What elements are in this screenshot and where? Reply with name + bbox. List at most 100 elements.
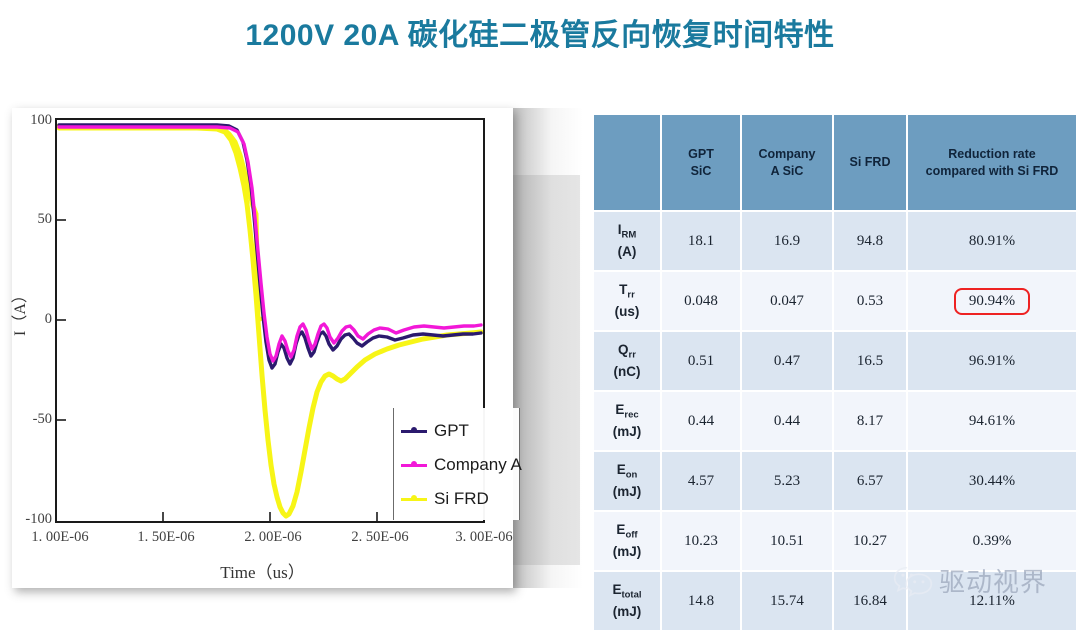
row-symbol: Q (618, 342, 629, 358)
table-row: Trr (us) 0.048 0.047 0.53 90.94% (594, 272, 1076, 330)
cell-si-frd: 8.17 (834, 392, 906, 450)
cell-company-a: 16.9 (742, 212, 832, 270)
table-row: Etotal (mJ) 14.8 15.74 16.84 12.11% (594, 572, 1076, 630)
row-label-trr: Trr (us) (594, 272, 660, 330)
row-unit: (mJ) (612, 543, 642, 559)
table-row: Qrr (nC) 0.51 0.47 16.5 96.91% (594, 332, 1076, 390)
table-row: Erec (mJ) 0.44 0.44 8.17 94.61% (594, 392, 1076, 450)
cell-gpt: 14.8 (662, 572, 740, 630)
plot-area: GPT Company A Si FRD (55, 118, 522, 523)
row-subscript: rec (624, 410, 639, 422)
row-unit: (A) (617, 243, 637, 259)
cell-reduction: 80.91% (908, 212, 1076, 270)
x-tick-label-1: 1. 00E-06 (31, 529, 89, 545)
cell-company-a: 0.44 (742, 392, 832, 450)
x-tick-label-4: 2. 50E-06 (351, 529, 409, 545)
cell-gpt: 0.44 (662, 392, 740, 450)
row-unit: (nC) (613, 363, 641, 379)
y-axis-ticks (57, 219, 66, 421)
highlight-box: 90.94% (953, 287, 1031, 315)
row-unit: (mJ) (612, 483, 642, 499)
chart-backdrop-shadow (513, 108, 583, 588)
table-row: IRM (A) 18.1 16.9 94.8 80.91% (594, 212, 1076, 270)
legend-label-gpt: GPT (434, 421, 469, 440)
table-body: IRM (A) 18.1 16.9 94.8 80.91% Trr (us) 0… (594, 212, 1076, 630)
row-unit: (us) (614, 303, 640, 319)
y-tick-label-50: 50 (37, 211, 53, 227)
row-unit: (mJ) (612, 603, 642, 619)
cell-gpt: 18.1 (662, 212, 740, 270)
y-axis-title: I（A） (12, 287, 29, 336)
row-symbol: E (616, 462, 626, 478)
cell-gpt: 0.51 (662, 332, 740, 390)
table-header-gpt-line2: SiC (690, 163, 712, 178)
row-unit: (mJ) (612, 423, 642, 439)
legend-item-company-a: Company A (394, 448, 522, 482)
row-label-qrr: Qrr (nC) (594, 332, 660, 390)
table-row: Eoff (mJ) 10.23 10.51 10.27 0.39% (594, 512, 1076, 570)
legend-swatch-gpt (401, 427, 427, 433)
row-subscript: rr (628, 350, 636, 362)
cell-company-a: 5.23 (742, 452, 832, 510)
x-axis-ticks (162, 512, 378, 521)
y-tick-label-neg50: -50 (32, 411, 52, 427)
row-subscript: RM (621, 230, 637, 242)
cell-reduction-highlighted: 90.94% (908, 272, 1076, 330)
table-row: Eon (mJ) 4.57 5.23 6.57 30.44% (594, 452, 1076, 510)
row-subscript: off (625, 530, 638, 542)
row-label-etotal: Etotal (mJ) (594, 572, 660, 630)
row-subscript: on (625, 470, 638, 482)
row-label-erec: Erec (mJ) (594, 392, 660, 450)
cell-si-frd: 16.84 (834, 572, 906, 630)
row-subscript: rr (627, 290, 635, 302)
legend-label-company-a: Company A (434, 455, 522, 474)
cell-company-a: 0.047 (742, 272, 832, 330)
y-tick-label-100: 100 (30, 112, 52, 128)
cell-si-frd: 0.53 (834, 272, 906, 330)
row-label-eoff: Eoff (mJ) (594, 512, 660, 570)
reverse-recovery-chart-card: 100 50 0 -50 -100 I（A） GPT Company A Si … (12, 108, 522, 588)
x-tick-label-2: 1. 50E-06 (137, 529, 195, 545)
cell-si-frd: 16.5 (834, 332, 906, 390)
y-tick-label-neg100: -100 (25, 511, 52, 527)
table-header-blank (594, 115, 660, 210)
table-header-gpt: GPT SiC (662, 115, 740, 210)
row-label-eon: Eon (mJ) (594, 452, 660, 510)
row-label-irm: IRM (A) (594, 212, 660, 270)
legend-swatch-company-a (401, 461, 427, 467)
comparison-table: GPT SiC Company A SiC Si FRD Reduction r… (592, 113, 1078, 632)
cell-company-a: 10.51 (742, 512, 832, 570)
page-title: 1200V 20A 碳化硅二极管反向恢复时间特性 (245, 19, 835, 52)
cell-si-frd: 94.8 (834, 212, 906, 270)
cell-company-a: 0.47 (742, 332, 832, 390)
cell-gpt: 10.23 (662, 512, 740, 570)
x-tick-label-3: 2. 00E-06 (244, 529, 302, 545)
x-axis-title: Time（us） (220, 563, 305, 582)
row-subscript: total (621, 590, 642, 602)
cell-reduction: 12.11% (908, 572, 1076, 630)
cell-si-frd: 10.27 (834, 512, 906, 570)
cell-reduction: 30.44% (908, 452, 1076, 510)
table-header: GPT SiC Company A SiC Si FRD Reduction r… (594, 115, 1076, 210)
cell-gpt: 4.57 (662, 452, 740, 510)
legend-label-si-frd: Si FRD (434, 489, 489, 508)
table-header-row: GPT SiC Company A SiC Si FRD Reduction r… (594, 115, 1076, 210)
cell-company-a: 15.74 (742, 572, 832, 630)
table-header-company-line2: A SiC (770, 163, 804, 178)
cell-reduction: 94.61% (908, 392, 1076, 450)
cell-si-frd: 6.57 (834, 452, 906, 510)
chart-legend: GPT Company A Si FRD (393, 408, 522, 520)
series-company-a (57, 125, 483, 363)
series-gpt (57, 123, 483, 370)
table-header-si-frd: Si FRD (834, 115, 906, 210)
table-header-gpt-line1: GPT (688, 147, 714, 162)
series-si-frd (57, 123, 263, 322)
table-header-reduction: Reduction rate compared with Si FRD (908, 115, 1076, 210)
cell-reduction: 96.91% (908, 332, 1076, 390)
cell-gpt: 0.048 (662, 272, 740, 330)
legend-item-gpt: GPT (394, 414, 519, 448)
x-tick-label-5: 3. 00E-06 (455, 529, 513, 545)
table-header-company-a: Company A SiC (742, 115, 832, 210)
legend-swatch-si-frd (401, 495, 427, 501)
legend-item-si-frd: Si FRD (394, 482, 519, 516)
